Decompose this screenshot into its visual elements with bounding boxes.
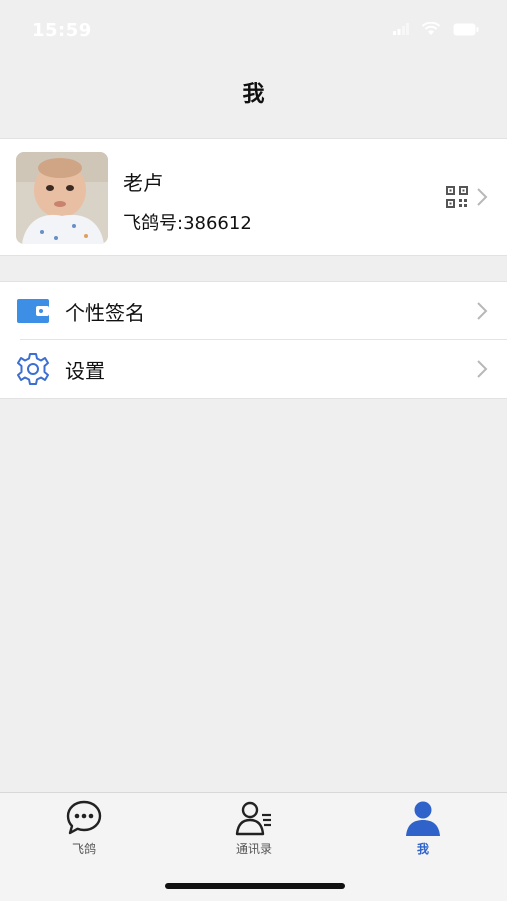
chevron-right-icon	[477, 360, 488, 378]
profile-card[interactable]: 老卢 飞鸽号:386612	[0, 138, 507, 256]
menu-item-signature[interactable]: 个性签名	[0, 282, 507, 340]
menu-item-label: 设置	[65, 359, 105, 383]
nav-bar: 我	[0, 60, 507, 120]
battery-icon	[453, 23, 479, 35]
tab-label: 我	[416, 842, 429, 856]
tab-contacts[interactable]: 通讯录	[194, 799, 314, 859]
gear-icon	[17, 353, 49, 385]
status-time: 15:59	[32, 20, 92, 41]
profile-name: 老卢	[123, 171, 163, 195]
menu-item-label: 个性签名	[65, 301, 145, 325]
person-icon	[406, 801, 440, 836]
signal-icon	[393, 23, 409, 35]
chat-bubble-icon	[66, 800, 102, 835]
status-bar: 15:59	[0, 0, 507, 60]
home-indicator[interactable]	[165, 883, 345, 889]
tab-feige[interactable]: 飞鸽	[24, 799, 144, 859]
tab-me[interactable]: 我	[363, 799, 483, 859]
profile-chevron-right-icon	[477, 188, 488, 206]
wallet-icon	[17, 299, 49, 323]
page-title: 我	[242, 82, 265, 107]
wifi-icon	[421, 22, 441, 35]
settings-menu: 个性签名 设置	[0, 281, 507, 399]
profile-id: 飞鸽号:386612	[123, 213, 252, 234]
contacts-icon	[235, 801, 271, 836]
menu-item-settings[interactable]: 设置	[0, 340, 507, 398]
tab-label: 飞鸽	[71, 842, 96, 856]
avatar[interactable]	[16, 152, 108, 244]
status-icons	[393, 22, 479, 36]
tab-label: 通讯录	[235, 842, 272, 856]
chevron-right-icon	[477, 302, 488, 320]
qr-code-icon[interactable]	[446, 186, 468, 208]
